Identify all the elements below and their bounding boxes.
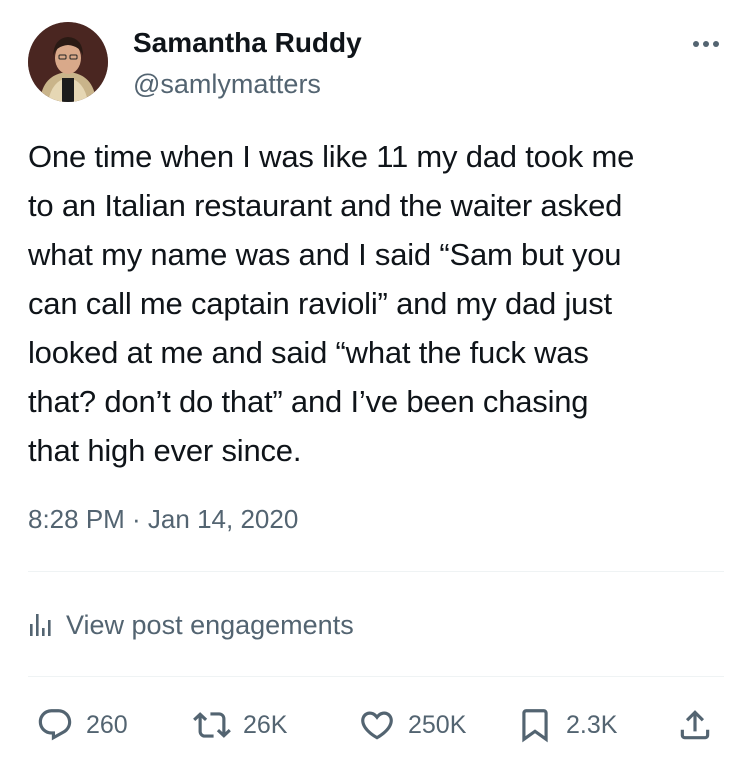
share-upload-icon bbox=[676, 706, 714, 744]
author-handle[interactable]: @samlymatters bbox=[133, 67, 321, 101]
like-button[interactable]: 250K bbox=[358, 700, 466, 750]
share-button[interactable] bbox=[676, 700, 714, 750]
repost-button[interactable]: 26K bbox=[193, 700, 287, 750]
reply-button[interactable]: 260 bbox=[36, 700, 128, 750]
more-options-button[interactable] bbox=[686, 24, 726, 64]
bar-chart-icon bbox=[28, 612, 54, 638]
repost-count: 26K bbox=[243, 710, 288, 739]
tweet-text: One time when I was like 11 my dad took … bbox=[28, 139, 635, 468]
bookmark-count: 2.3K bbox=[566, 710, 618, 739]
reply-count: 260 bbox=[86, 710, 128, 739]
bookmark-icon bbox=[516, 706, 554, 744]
tweet-timestamp[interactable]: 8:28 PM · Jan 14, 2020 bbox=[28, 502, 298, 536]
view-engagements-label: View post engagements bbox=[66, 609, 354, 640]
tweet-card: Samantha Ruddy @samlymatters One time wh… bbox=[0, 0, 754, 764]
divider bbox=[28, 676, 724, 677]
bookmark-button[interactable]: 2.3K bbox=[516, 700, 617, 750]
divider bbox=[28, 571, 724, 572]
avatar-photo bbox=[28, 22, 108, 102]
like-count: 250K bbox=[408, 710, 467, 739]
view-engagements-link[interactable]: View post engagements bbox=[28, 605, 354, 645]
heart-icon bbox=[358, 706, 396, 744]
repost-arrows-icon bbox=[193, 706, 231, 744]
author-name[interactable]: Samantha Ruddy bbox=[133, 26, 362, 60]
tweet-header: Samantha Ruddy @samlymatters bbox=[28, 22, 728, 104]
speech-bubble-icon bbox=[36, 706, 74, 744]
more-horizontal-icon bbox=[692, 40, 720, 48]
action-bar: 260 26K 250K 2.3K bbox=[28, 700, 718, 750]
avatar[interactable] bbox=[28, 22, 108, 102]
